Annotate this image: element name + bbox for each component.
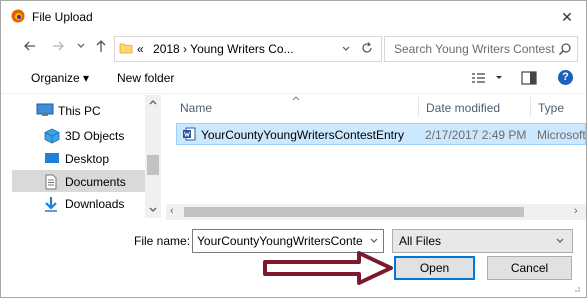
new-folder-button[interactable]: New folder xyxy=(117,71,174,85)
column-header-type[interactable]: Type xyxy=(538,101,564,115)
desktop-icon xyxy=(45,153,59,163)
close-button[interactable]: ✕ xyxy=(549,4,585,30)
view-options-icon[interactable] xyxy=(471,71,505,85)
forward-icon[interactable] xyxy=(51,39,65,53)
cancel-button[interactable]: Cancel xyxy=(487,256,572,280)
nav-item-downloads[interactable]: Downloads xyxy=(12,192,145,214)
file-row[interactable]: YourCountyYoungWritersContestEntry 2/17/… xyxy=(176,123,586,145)
nav-scroll-thumb[interactable] xyxy=(147,155,159,175)
file-type-filter-value: All Files xyxy=(399,234,442,248)
up-icon[interactable] xyxy=(94,39,108,53)
file-upload-dialog: File Upload ✕ « 2018 › Young Writers Co.… xyxy=(0,0,587,298)
address-bar[interactable]: « 2018 › Young Writers Co... xyxy=(114,36,382,62)
download-icon xyxy=(45,197,57,212)
recent-locations-icon[interactable] xyxy=(76,41,86,51)
nav-item-this-pc[interactable]: This PC xyxy=(12,99,145,121)
column-header-name[interactable]: Name xyxy=(180,101,212,115)
search-icon[interactable] xyxy=(558,42,572,56)
annotation-arrow-icon xyxy=(263,251,393,285)
search-placeholder: Search Young Writers Contest xyxy=(394,42,555,56)
file-date: 2/17/2017 2:49 PM xyxy=(425,128,527,142)
chevron-down-icon[interactable] xyxy=(369,236,379,246)
scroll-down-icon[interactable] xyxy=(148,206,158,214)
chevron-down-icon[interactable] xyxy=(341,44,351,54)
file-type-filter[interactable]: All Files xyxy=(392,229,573,253)
file-list: Name Date modified Type YourCountyYoungW… xyxy=(166,95,586,218)
nav-item-3d-objects[interactable]: 3D Objects xyxy=(12,124,145,146)
horizontal-scroll-thumb[interactable] xyxy=(184,207,524,217)
file-name: YourCountyYoungWritersContestEntry xyxy=(201,128,405,142)
organize-menu[interactable]: Organize ▾ xyxy=(31,71,89,85)
folder-icon xyxy=(119,43,133,54)
file-name-value: YourCountyYoungWritersContestE xyxy=(197,234,363,248)
nav-scrollbar[interactable] xyxy=(145,95,161,218)
firefox-icon xyxy=(11,9,25,23)
column-header-date[interactable]: Date modified xyxy=(426,101,500,115)
file-name-label: File name: xyxy=(134,234,191,248)
back-icon[interactable] xyxy=(23,39,37,53)
scroll-left-icon[interactable]: ‹ xyxy=(170,205,174,217)
resize-grip-icon[interactable] xyxy=(571,283,581,293)
breadcrumb-path[interactable]: 2018 › Young Writers Co... xyxy=(153,42,294,56)
preview-pane-icon[interactable] xyxy=(521,71,537,85)
nav-label: 3D Objects xyxy=(65,129,125,143)
column-divider[interactable] xyxy=(530,97,531,117)
column-divider[interactable] xyxy=(418,97,419,117)
scroll-up-icon[interactable] xyxy=(148,98,158,106)
nav-label: Documents xyxy=(65,175,126,189)
window-title: File Upload xyxy=(32,10,93,24)
title-bar: File Upload ✕ xyxy=(1,1,586,31)
scroll-right-icon[interactable]: › xyxy=(574,205,578,217)
sort-ascending-icon xyxy=(292,96,300,101)
breadcrumb: « 2018 › Young Writers Co... xyxy=(137,42,294,56)
nav-label: This PC xyxy=(58,104,101,118)
pc-icon xyxy=(36,103,54,116)
cube-icon xyxy=(44,128,60,144)
nav-item-documents[interactable]: Documents xyxy=(12,170,145,192)
navigation-pane: This PC 3D Objects Desktop Documents Dow… xyxy=(12,95,162,218)
nav-label: Downloads xyxy=(65,197,125,211)
horizontal-scrollbar[interactable]: ‹ › xyxy=(166,204,586,220)
documents-icon xyxy=(45,174,57,190)
word-document-icon xyxy=(183,127,196,141)
search-input[interactable]: Search Young Writers Contest xyxy=(384,36,578,62)
open-button[interactable]: Open xyxy=(394,256,475,280)
file-type: Microsoft xyxy=(537,128,586,142)
toolbar: Organize ▾ New folder ? xyxy=(1,67,586,94)
nav-item-desktop[interactable]: Desktop xyxy=(12,147,145,169)
close-icon: ✕ xyxy=(561,8,573,25)
breadcrumb-overflow[interactable]: « xyxy=(137,42,144,56)
refresh-icon[interactable] xyxy=(359,40,375,56)
help-icon[interactable]: ? xyxy=(558,70,573,85)
nav-label: Desktop xyxy=(65,152,110,166)
chevron-down-icon xyxy=(556,238,564,243)
